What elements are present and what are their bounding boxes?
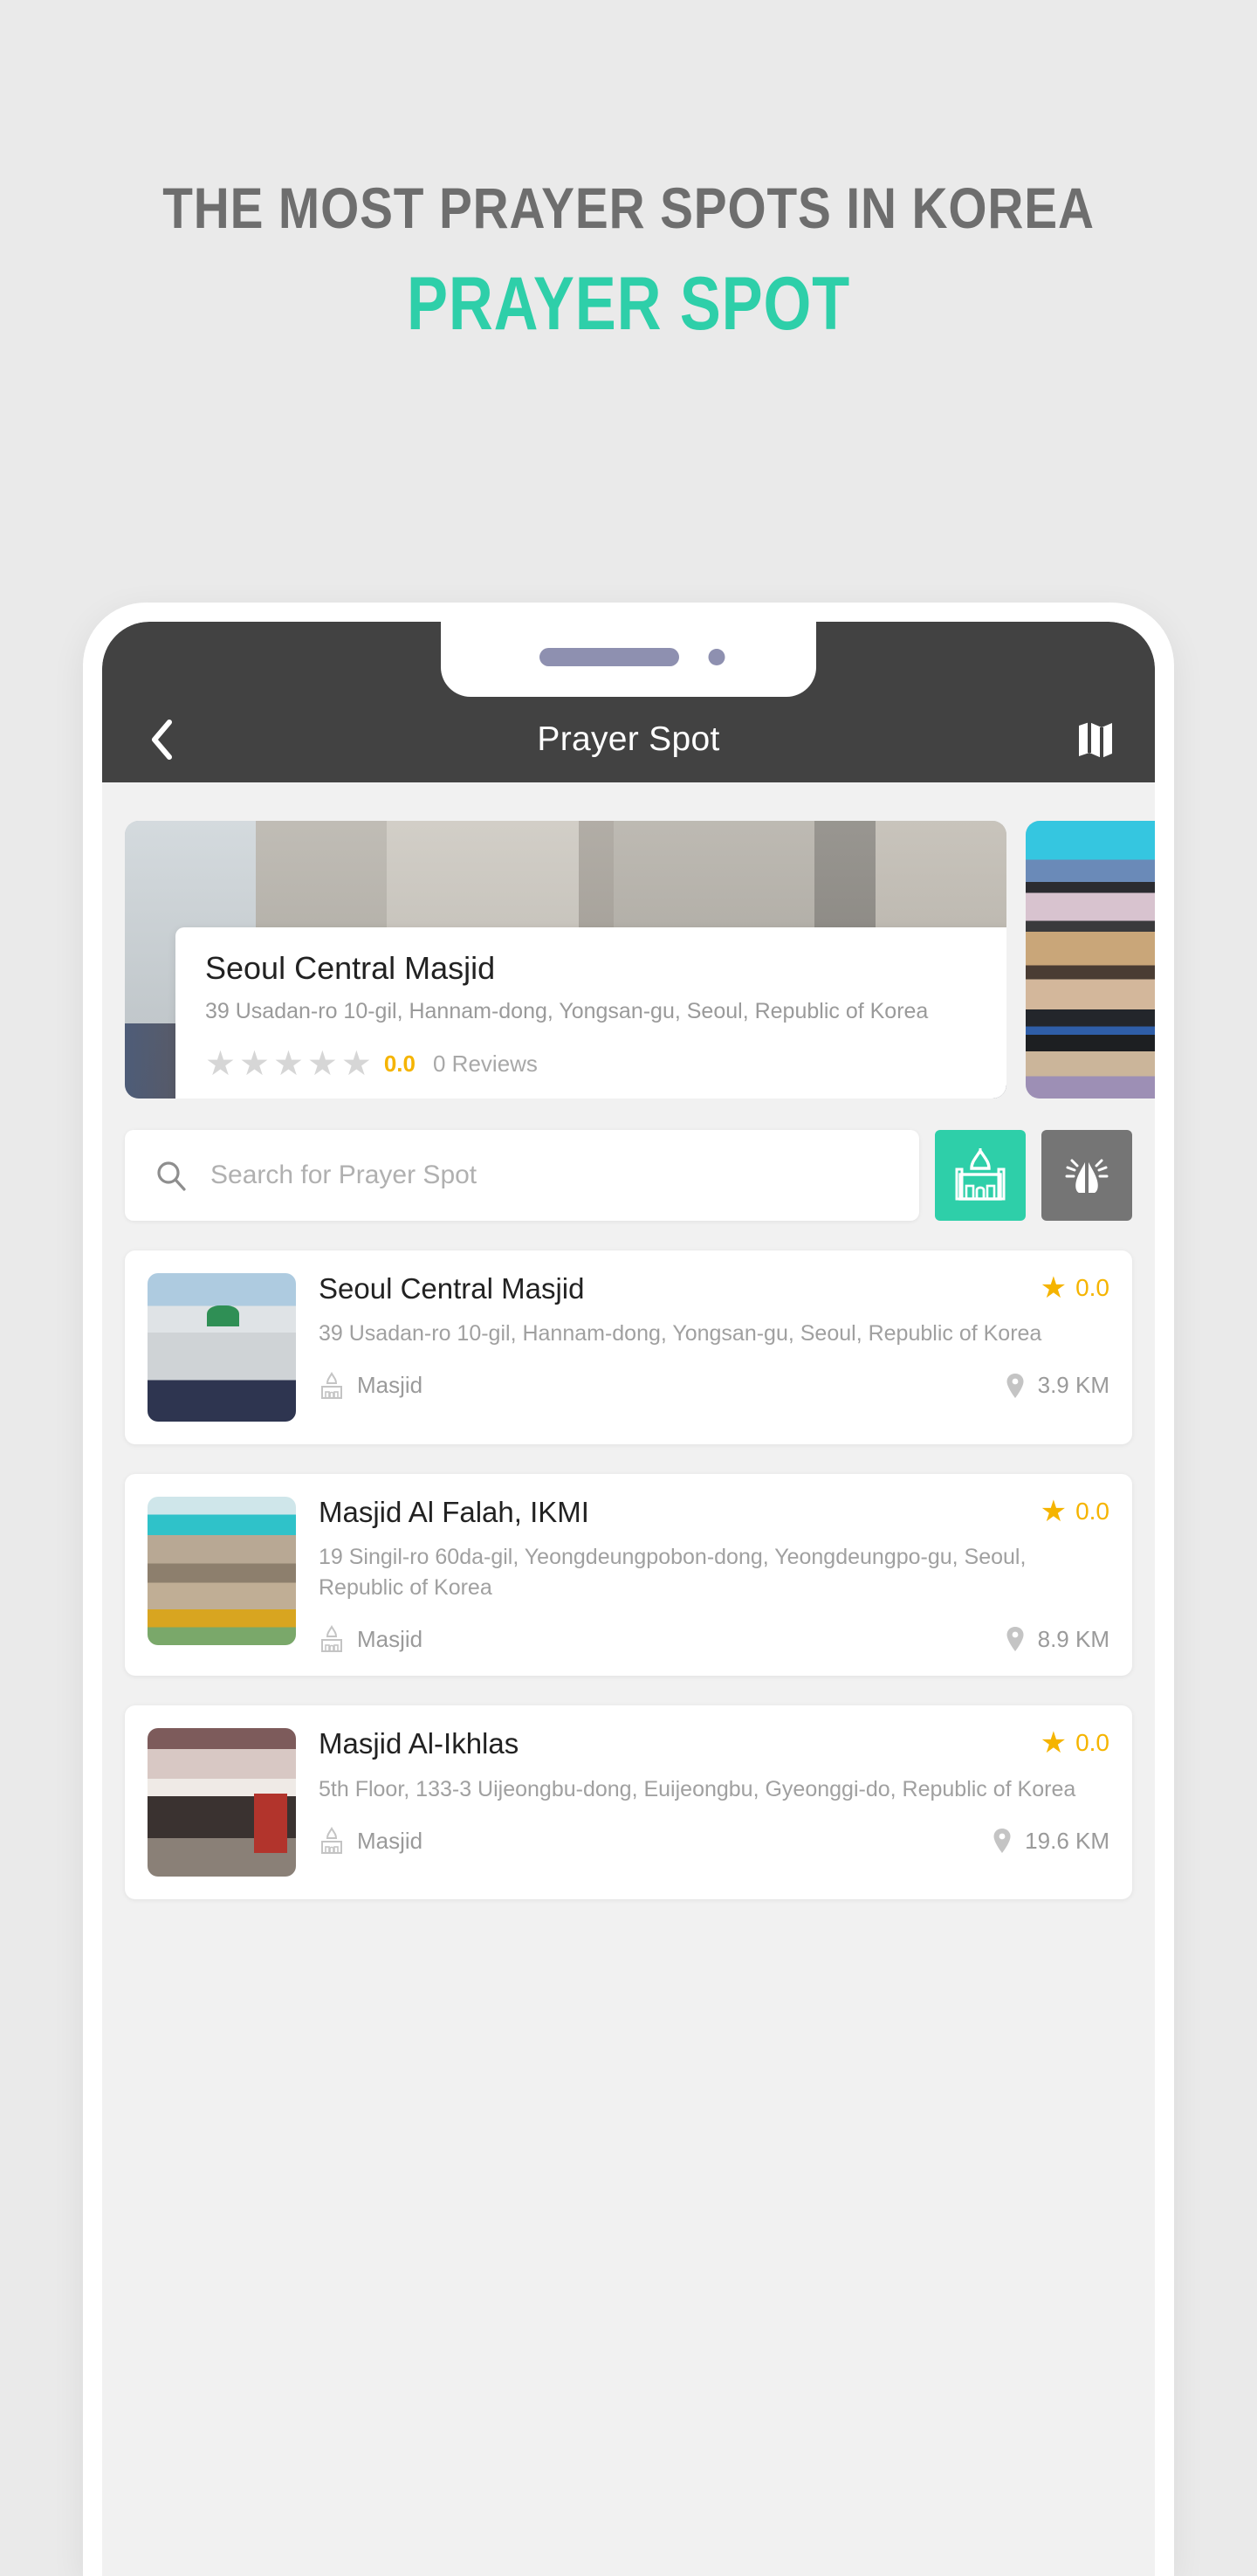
map-view-button[interactable] [1071, 715, 1120, 764]
list-item-thumbnail [148, 1728, 296, 1877]
list-item-meta: Masjid 19.6 KM [319, 1827, 1109, 1855]
phone-mockup: Prayer Spot Seoul Central Masjid 39 Usad… [83, 603, 1174, 2576]
featured-name: Seoul Central Masjid [205, 950, 496, 986]
list-item-rating: ★ 0.0 [1041, 1728, 1109, 1758]
list-item-rating: ★ 0.0 [1041, 1497, 1109, 1526]
back-button[interactable] [137, 715, 186, 764]
promo-subtitle: THE MOST PRAYER SPOTS IN KOREA [162, 176, 1095, 240]
list-item-category-label: Masjid [357, 1372, 423, 1399]
list-item-content: Seoul Central Masjid ★ 0.0 39 Usadan-ro … [319, 1272, 1109, 1422]
list-item-address: 5th Floor, 133-3 Uijeongbu-dong, Euijeon… [319, 1776, 1076, 1801]
list-item-distance-label: 3.9 KM [1037, 1372, 1109, 1399]
featured-reviews: 0 Reviews [433, 1050, 538, 1077]
list-item-name: Masjid Al-Ikhlas [319, 1727, 519, 1760]
star-icon: ★ [1040, 1726, 1068, 1760]
list-item-address: 19 Singil-ro 60da-gil, Yeongdeungpobon-d… [319, 1545, 1027, 1600]
promo-title: PRAYER SPOT [406, 262, 851, 346]
list-item-thumbnail [148, 1497, 296, 1645]
location-pin-icon [992, 1827, 1013, 1855]
location-pin-icon [1005, 1625, 1026, 1653]
list-item-score: 0.0 [1075, 1498, 1109, 1525]
list-item-distance: 19.6 KM [992, 1827, 1109, 1855]
list-item-category: Masjid [319, 1827, 422, 1855]
mosque-icon [319, 1371, 345, 1400]
list-item-content: Masjid Al Falah, IKMI ★ 0.0 19 Singil-ro… [319, 1496, 1109, 1653]
search-input[interactable]: Search for Prayer Spot [125, 1130, 919, 1221]
star-icon: ★ [272, 1045, 304, 1083]
star-icon: ★ [238, 1045, 270, 1083]
list-item-header: Masjid Al-Ikhlas ★ 0.0 [319, 1727, 1109, 1760]
list-item-name: Seoul Central Masjid [319, 1272, 585, 1305]
list-item-name: Masjid Al Falah, IKMI [319, 1496, 589, 1528]
featured-card[interactable]: Seoul Central Masjid 39 Usadan-ro 10-gil… [125, 821, 1006, 1099]
star-icon: ★ [340, 1045, 372, 1083]
star-icon: ★ [306, 1045, 338, 1083]
app-content: Seoul Central Masjid 39 Usadan-ro 10-gil… [102, 782, 1155, 2576]
list-item-content: Masjid Al-Ikhlas ★ 0.0 5th Floor, 133-3 … [319, 1727, 1109, 1877]
list-item-meta: Masjid 8.9 KM [319, 1625, 1109, 1653]
list-item-distance-label: 8.9 KM [1037, 1625, 1109, 1652]
front-camera [708, 649, 725, 665]
list-item-thumbnail [148, 1273, 296, 1422]
masjid-filter-button[interactable] [935, 1130, 1026, 1221]
list-item-address: 39 Usadan-ro 10-gil, Hannam-dong, Yongsa… [319, 1321, 1042, 1347]
list-item[interactable]: Masjid Al Falah, IKMI ★ 0.0 19 Singil-ro… [125, 1474, 1132, 1677]
prayer-spot-list: Seoul Central Masjid ★ 0.0 39 Usadan-ro … [102, 1221, 1155, 1900]
search-row: Search for Prayer Spot [102, 1099, 1155, 1221]
promo-headline: THE MOST PRAYER SPOTS IN KOREA PRAYER SP… [0, 179, 1257, 341]
list-item-category-label: Masjid [357, 1625, 423, 1652]
list-item-distance-label: 19.6 KM [1025, 1827, 1109, 1854]
list-item-score: 0.0 [1075, 1274, 1109, 1301]
chevron-left-icon [150, 720, 173, 760]
list-item-category-label: Masjid [357, 1827, 423, 1854]
list-item-rating: ★ 0.0 [1041, 1273, 1109, 1303]
list-item-distance: 8.9 KM [1005, 1625, 1109, 1653]
list-item-distance: 3.9 KM [1005, 1372, 1109, 1400]
featured-info-panel: Seoul Central Masjid 39 Usadan-ro 10-gil… [175, 927, 1006, 1099]
list-item-category: Masjid [319, 1625, 422, 1653]
page-title: Prayer Spot [537, 720, 720, 758]
location-pin-icon [1005, 1372, 1026, 1400]
list-item-category: Masjid [319, 1371, 423, 1400]
status-bar [102, 622, 1155, 697]
phone-screen: Prayer Spot Seoul Central Masjid 39 Usad… [102, 622, 1155, 2576]
star-icon: ★ [205, 1045, 236, 1083]
praying-hands-icon [1061, 1150, 1112, 1201]
star-icon: ★ [1040, 1271, 1068, 1305]
star-icon: ★ [1040, 1495, 1068, 1528]
mosque-icon [319, 1827, 345, 1855]
app-navbar: Prayer Spot [102, 697, 1155, 782]
search-placeholder: Search for Prayer Spot [210, 1161, 477, 1189]
list-item-header: Seoul Central Masjid ★ 0.0 [319, 1272, 1109, 1305]
mosque-icon [955, 1148, 1006, 1202]
musholla-filter-button[interactable] [1041, 1130, 1132, 1221]
mosque-icon [319, 1625, 345, 1653]
list-item-meta: Masjid 3.9 KM [319, 1371, 1109, 1400]
list-item-score: 0.0 [1075, 1729, 1109, 1757]
featured-card-next[interactable] [1026, 821, 1155, 1099]
list-item[interactable]: Masjid Al-Ikhlas ★ 0.0 5th Floor, 133-3 … [125, 1705, 1132, 1900]
earpiece-speaker [539, 648, 679, 666]
list-item[interactable]: Seoul Central Masjid ★ 0.0 39 Usadan-ro … [125, 1250, 1132, 1444]
list-item-header: Masjid Al Falah, IKMI ★ 0.0 [319, 1496, 1109, 1528]
map-icon [1077, 720, 1114, 759]
featured-address: 39 Usadan-ro 10-gil, Hannam-dong, Yongsa… [205, 999, 929, 1023]
search-icon [155, 1159, 188, 1192]
featured-rating: ★ ★ ★ ★ ★ 0.0 0 Reviews [205, 1047, 977, 1081]
featured-carousel[interactable]: Seoul Central Masjid 39 Usadan-ro 10-gil… [102, 821, 1155, 1099]
featured-hero-image-next [1026, 821, 1155, 1099]
featured-score: 0.0 [383, 1050, 416, 1077]
